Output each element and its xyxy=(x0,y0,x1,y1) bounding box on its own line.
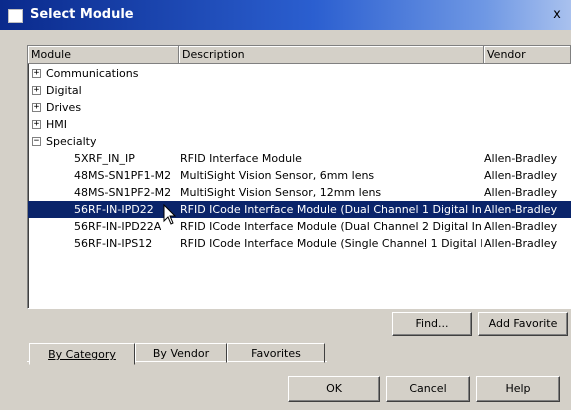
module-vendor: Allen-Bradley xyxy=(484,169,558,182)
module-vendor: Allen-Bradley xyxy=(484,203,558,216)
module-description: RFID ICode Interface Module (Single Chan… xyxy=(180,237,482,250)
module-row[interactable]: 48MS-SN1PF1-M2 MultiSight Vision Sensor, … xyxy=(28,167,571,184)
add-favorite-button[interactable]: Add Favorite xyxy=(478,312,568,336)
title-app-icon xyxy=(8,9,23,23)
plus-expander-icon[interactable]: + xyxy=(32,120,41,129)
module-row[interactable]: 48MS-SN1PF2-M2 MultiSight Vision Sensor, … xyxy=(28,184,571,201)
module-row[interactable]: 56RF-IN-IPD22 RFID ICode Interface Module… xyxy=(28,201,571,218)
category-row[interactable]: + Drives xyxy=(28,99,571,116)
tab-label: Favorites xyxy=(251,347,301,360)
category-label: Specialty xyxy=(46,135,97,148)
module-row[interactable]: 56RF-IN-IPD22A RFID ICode Interface Modul… xyxy=(28,218,571,235)
module-row[interactable]: 56RF-IN-IPS12 RFID ICode Interface Module… xyxy=(28,235,571,252)
tab-by-vendor[interactable]: By Vendor xyxy=(135,343,227,363)
dialog-title: Select Module xyxy=(30,7,134,22)
plus-expander-icon[interactable]: + xyxy=(32,86,41,95)
category-row[interactable]: + Communications xyxy=(28,65,571,82)
column-header-description[interactable]: Description xyxy=(179,46,484,64)
column-header-vendor[interactable]: Vendor xyxy=(484,46,571,64)
module-description: MultiSight Vision Sensor, 12mm lens xyxy=(180,186,382,199)
module-list[interactable]: Module Description Vendor + Communication… xyxy=(27,45,571,309)
category-label: Communications xyxy=(46,67,139,80)
module-description: RFID ICode Interface Module (Dual Channe… xyxy=(180,203,482,216)
cancel-button[interactable]: Cancel xyxy=(386,376,470,402)
module-name: 56RF-IN-IPD22 xyxy=(74,203,154,216)
ok-button[interactable]: OK xyxy=(288,376,380,402)
module-name: 48MS-SN1PF2-M2 xyxy=(74,186,172,199)
module-name: 56RF-IN-IPS12 xyxy=(74,237,153,250)
plus-expander-icon[interactable]: + xyxy=(32,103,41,112)
tab-label: By Vendor xyxy=(152,347,210,360)
category-label: Digital xyxy=(46,84,82,97)
module-vendor: Allen-Bradley xyxy=(484,152,558,165)
module-vendor: Allen-Bradley xyxy=(484,186,558,199)
tab-by-category[interactable]: By Category xyxy=(29,343,135,365)
find-button[interactable]: Find... xyxy=(392,312,472,336)
module-name: 48MS-SN1PF1-M2 xyxy=(74,169,172,182)
category-row[interactable]: − Specialty xyxy=(28,133,571,150)
select-module-dialog: Select Module x Module Description Vendo… xyxy=(0,0,571,410)
plus-expander-icon[interactable]: + xyxy=(32,69,41,78)
module-vendor: Allen-Bradley xyxy=(484,220,558,233)
title-bar[interactable]: Select Module x xyxy=(0,0,571,30)
category-label: HMI xyxy=(46,118,68,131)
tab-favorites[interactable]: Favorites xyxy=(227,343,325,363)
category-row[interactable]: + HMI xyxy=(28,116,571,133)
help-button[interactable]: Help xyxy=(476,376,560,402)
category-row[interactable]: + Digital xyxy=(28,82,571,99)
column-header-module[interactable]: Module xyxy=(28,46,179,64)
module-description: RFID ICode Interface Module (Dual Channe… xyxy=(180,220,482,233)
module-description: MultiSight Vision Sensor, 6mm lens xyxy=(180,169,375,182)
arrow-cursor-icon xyxy=(163,204,177,225)
module-row[interactable]: 5XRF_IN_IP RFID Interface Module Allen-Bra… xyxy=(28,150,571,167)
module-name: 56RF-IN-IPD22A xyxy=(74,220,162,233)
module-description: RFID Interface Module xyxy=(180,152,302,165)
close-icon[interactable]: x xyxy=(549,8,565,22)
module-vendor: Allen-Bradley xyxy=(484,237,558,250)
tab-label: By Category xyxy=(48,348,116,361)
minus-expander-icon[interactable]: − xyxy=(32,137,41,146)
category-label: Drives xyxy=(46,101,82,114)
module-name: 5XRF_IN_IP xyxy=(74,152,135,165)
